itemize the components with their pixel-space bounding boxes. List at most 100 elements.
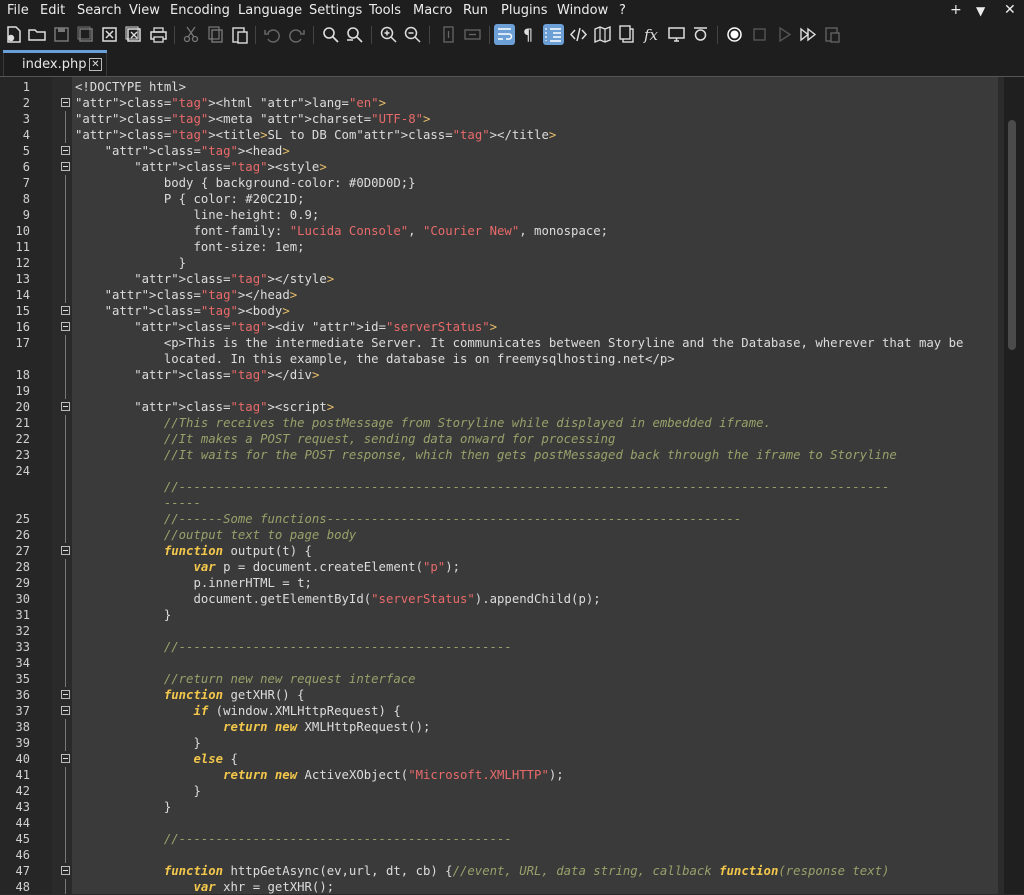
menu-window[interactable]: Window [557,3,608,18]
menu-encoding[interactable]: Encoding [170,3,230,18]
copy-icon[interactable] [205,24,226,45]
replace-icon[interactable] [344,24,365,45]
code-text: p.innerHTML = t; [75,576,312,590]
folder-as-workspace-icon[interactable] [690,24,711,45]
code-line: 3 "attr">class="tag"><meta "attr">charset… [0,111,1000,127]
sync-vertical-icon[interactable] [438,24,459,45]
menu-file[interactable]: File [7,3,29,18]
redo-icon[interactable] [286,24,307,45]
code-text: return new XMLHttpRequest(); [223,720,431,734]
code-line: 48 var xhr = getXHR(); [0,879,1000,894]
code-line: 17 <p>This is the intermediate Server. I… [0,335,1000,351]
new-tab-button[interactable]: + [950,2,962,18]
cut-icon[interactable] [181,24,202,45]
fold-guide [65,463,66,479]
fold-guide [65,495,66,511]
code-line: 26 //output text to page body [0,527,1000,543]
fold-toggle-icon[interactable] [61,322,70,331]
document-map-icon[interactable] [592,24,613,45]
fold-toggle-icon[interactable] [61,866,70,875]
menu-view[interactable]: View [129,3,160,18]
open-file-icon[interactable] [27,24,48,45]
menu-settings[interactable]: Settings [309,3,362,18]
code-line: 9 line-height: 0.9; [0,207,1000,223]
fold-toggle-icon[interactable] [61,306,70,315]
fold-toggle-icon[interactable] [61,146,70,155]
zoom-out-icon[interactable] [402,24,423,45]
new-file-icon[interactable] [3,24,24,45]
code-text: //This receives the postMessage from Sto… [75,416,771,430]
code-line: 47 function httpGetAsync(ev,url, dt, cb)… [0,863,1000,879]
fold-guide [65,623,66,639]
code-line: 42 } [0,783,1000,799]
tab-close-icon[interactable]: ✕ [89,58,102,71]
line-number: 15 [15,304,30,318]
code-line: ----- [0,495,1000,511]
save-all-icon[interactable] [75,24,96,45]
undo-icon[interactable] [262,24,283,45]
code-line: 5 "attr">class="tag"><head> [0,143,1000,159]
run-macro-multiple-icon[interactable] [798,24,819,45]
word-wrap-icon[interactable] [494,24,515,45]
fold-toggle-icon[interactable] [61,690,70,699]
menu-help[interactable]: ? [619,3,626,18]
code-line: located. In this example, the database i… [0,351,1000,367]
code-text: font-size: 1em; [75,240,305,254]
fold-toggle-icon[interactable] [61,162,70,171]
fold-guide [65,671,66,687]
code-line: 46 [0,847,1000,863]
line-number: 31 [15,608,30,622]
stop-recording-icon[interactable] [749,24,770,45]
close-window-button[interactable]: ✕ [1004,2,1016,18]
fold-guide [65,239,66,255]
user-defined-language-icon[interactable] [568,24,589,45]
monitoring-icon[interactable] [666,24,687,45]
fold-toggle-icon[interactable] [61,98,70,107]
fold-guide [65,815,66,831]
function-list-icon[interactable] [616,24,637,45]
paste-icon[interactable] [229,24,250,45]
code-line: 27 function output(t) { [0,543,1000,559]
menu-run[interactable]: Run [463,3,488,18]
code-text: body { background-color: #0D0D0D;} [75,176,416,190]
fold-toggle-icon[interactable] [61,546,70,555]
tab-index-php[interactable]: index.php ✕ [3,50,107,76]
fold-toggle-icon[interactable] [61,706,70,715]
tab-list-button[interactable]: ▼ [976,4,985,18]
menu-macro[interactable]: Macro [413,3,452,18]
menu-search[interactable]: Search [77,3,122,18]
close-icon[interactable] [99,24,120,45]
save-icon[interactable] [51,24,72,45]
fold-toggle-icon[interactable] [61,754,70,763]
show-all-characters-icon[interactable]: ¶ [518,24,539,45]
code-line: 45 //-----------------------------------… [0,831,1000,847]
fold-guide [65,207,66,223]
code-text: //It makes a POST request, sending data … [75,432,616,446]
sync-horizontal-icon[interactable] [462,24,483,45]
menu-language[interactable]: Language [238,3,302,18]
fold-toggle-icon[interactable] [61,402,70,411]
code-text: //output text to page body [75,528,357,542]
vertical-scrollbar-thumb[interactable] [1008,120,1016,350]
menu-tools[interactable]: Tools [369,3,401,18]
line-number: 21 [15,416,30,430]
svg-text:¶: ¶ [523,25,533,44]
playback-icon[interactable] [774,24,795,45]
line-number: 8 [22,192,30,206]
menu-edit[interactable]: Edit [40,3,65,18]
code-text: var xhr = getXHR(); [193,880,335,894]
indent-guide-icon[interactable] [543,24,564,45]
print-icon[interactable] [148,24,169,45]
save-macro-icon[interactable] [822,24,843,45]
close-all-icon[interactable] [123,24,144,45]
find-icon[interactable] [320,24,341,45]
code-line: 12 } [0,255,1000,271]
code-line: 24 [0,463,1000,479]
code-text: line-height: 0.9; [75,208,320,222]
code-line: 39 } [0,735,1000,751]
zoom-in-icon[interactable] [378,24,399,45]
line-number: 45 [15,832,30,846]
fx-icon[interactable]: fx [642,24,663,45]
record-macro-icon[interactable] [724,24,745,45]
menu-plugins[interactable]: Plugins [501,3,548,18]
